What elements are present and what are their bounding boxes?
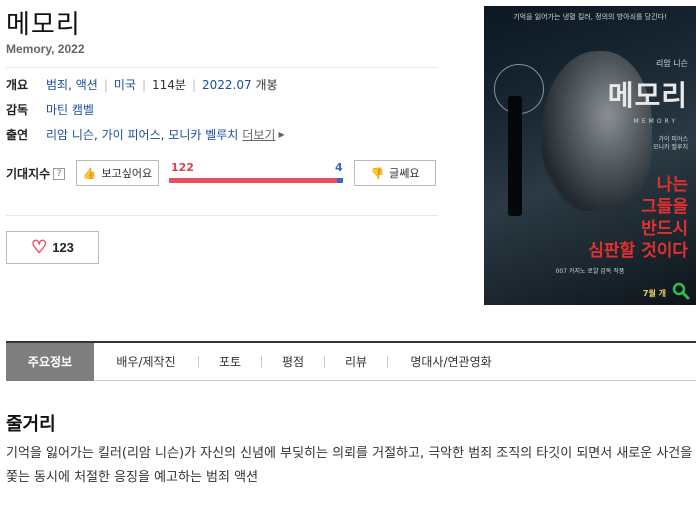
chevron-right-icon: ▶ bbox=[278, 130, 285, 139]
country-link[interactable]: 미국 bbox=[114, 76, 136, 93]
expectation-label: 기대지수 bbox=[6, 167, 51, 181]
separator: | bbox=[191, 77, 197, 92]
movie-poster[interactable]: 기억을 잃어가는 냉혈 킬러, 정의의 방아쇠를 당긴다! 리암 니슨 메모리 … bbox=[484, 6, 696, 305]
tab-bar: 주요정보 배우/제작진 포토 평점 리뷰 명대사/연관영화 bbox=[6, 341, 696, 381]
director-row: 감독 마틴 캠벨 bbox=[6, 101, 94, 118]
genre-link-action[interactable]: 액션 bbox=[76, 76, 98, 93]
poster-title: 메모리 bbox=[607, 79, 688, 112]
synopsis-text: 기억을 잃어가는 킬러(리암 니슨)가 자신의 신념에 부딪히는 의뢰를 거절하… bbox=[6, 446, 693, 485]
release-suffix: 개봉 bbox=[255, 78, 278, 92]
like-count: 123 bbox=[52, 240, 74, 255]
poster-title-en: MEMORY bbox=[633, 118, 678, 125]
tab-rating[interactable]: 평점 bbox=[262, 343, 324, 381]
poster-top-text: 기억을 잃어가는 냉혈 킬러, 정의의 방아쇠를 당긴다! bbox=[513, 13, 667, 21]
overview-label: 개요 bbox=[6, 78, 29, 92]
separator: | bbox=[103, 77, 108, 92]
want-to-see-button[interactable]: 👍 보고싶어요 bbox=[76, 160, 159, 186]
divider bbox=[6, 67, 438, 68]
cast-link-guy-pearce[interactable]: 가이 피어스 bbox=[102, 126, 161, 143]
poster-date: 7월 개 bbox=[642, 289, 666, 298]
synopsis-title: 줄거리 bbox=[6, 414, 56, 435]
genre-comma: , bbox=[68, 77, 76, 92]
expectation-label-group: 기대지수 ? bbox=[6, 165, 66, 182]
cast-comma: , bbox=[93, 127, 102, 142]
not-sure-label: 글쎄요 bbox=[389, 167, 420, 180]
tab-quotes-related[interactable]: 명대사/연관영화 bbox=[388, 343, 514, 381]
movie-title: 메모리 bbox=[6, 10, 81, 40]
poster-tagline-line: 그들을 bbox=[641, 197, 688, 217]
tab-photo[interactable]: 포토 bbox=[199, 343, 261, 381]
poster-credits: 가이 피어스 모니카 벨루치 bbox=[652, 136, 688, 151]
not-sure-button[interactable]: 👎 글쎄요 bbox=[354, 160, 436, 186]
divider bbox=[6, 215, 438, 216]
poster-tagline: 나는 그들을 반드시 심판할 것이다 bbox=[588, 174, 688, 262]
thumbs-down-icon: 👎 bbox=[370, 166, 385, 180]
want-count: 122 bbox=[171, 161, 194, 174]
expectation-gauge-fill bbox=[169, 178, 338, 183]
heart-icon: ♡ bbox=[31, 237, 48, 257]
like-button[interactable]: ♡ 123 bbox=[6, 231, 99, 264]
thumbs-up-icon: 👍 bbox=[82, 166, 97, 180]
director-label: 감독 bbox=[6, 103, 29, 117]
cast-link-liam-neeson[interactable]: 리암 니슨 bbox=[46, 126, 94, 143]
runtime: 114분 bbox=[152, 78, 186, 92]
poster-tagline-line: 나는 bbox=[656, 175, 688, 195]
want-to-see-label: 보고싶어요 bbox=[101, 167, 153, 180]
director-link[interactable]: 마틴 캠벨 bbox=[46, 101, 94, 118]
poster-tagline-line: 심판할 것이다 bbox=[588, 241, 688, 261]
separator: | bbox=[141, 77, 147, 92]
poster-bottom-text: 007 카지노 로얄 감독 작품 bbox=[555, 268, 625, 275]
poster-cast-name: 리암 니슨 bbox=[656, 59, 688, 68]
zoom-icon[interactable] bbox=[672, 282, 690, 300]
cast-comma: , bbox=[160, 127, 169, 142]
cast-row: 출연 리암 니슨, 가이 피어스, 모니카 벨루치 더보기 ▶ bbox=[6, 126, 285, 143]
help-icon[interactable]: ? bbox=[53, 167, 66, 180]
release-date-link[interactable]: 2022.07 bbox=[202, 78, 252, 92]
cast-label: 출연 bbox=[6, 128, 29, 142]
cast-link-monica-bellucci[interactable]: 모니카 벨루치 bbox=[168, 126, 238, 143]
genre-link-crime[interactable]: 범죄 bbox=[46, 76, 68, 93]
nah-count: 4 bbox=[335, 161, 343, 174]
tab-main-info[interactable]: 주요정보 bbox=[6, 342, 94, 381]
expectation-gauge bbox=[169, 178, 343, 183]
more-cast-link[interactable]: 더보기 bbox=[242, 126, 275, 143]
poster-gun-graphic bbox=[508, 96, 522, 216]
movie-subtitle: Memory, 2022 bbox=[6, 42, 85, 56]
tab-cast-crew[interactable]: 배우/제작진 bbox=[94, 343, 198, 381]
overview-row: 개요 범죄, 액션 | 미국 | 114분 | 2022.07 개봉 bbox=[6, 76, 278, 93]
poster-tagline-line: 반드시 bbox=[641, 219, 688, 239]
tab-review[interactable]: 리뷰 bbox=[325, 343, 387, 381]
